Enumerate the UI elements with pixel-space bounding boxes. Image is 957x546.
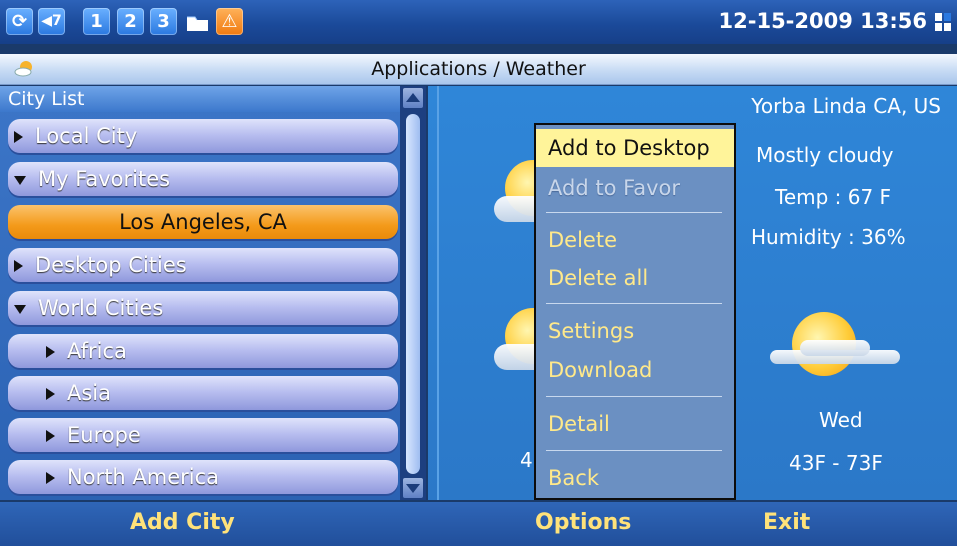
collapse-arrow-icon <box>14 304 26 314</box>
city-item-label: World Cities <box>38 296 164 320</box>
forecast-temperature-range: 43F - 73F <box>789 451 883 475</box>
city-item-my-favorites[interactable]: My Favorites <box>8 162 398 196</box>
weather-location: Yorba Linda CA, US <box>751 94 941 118</box>
expand-arrow-icon <box>14 260 23 272</box>
folder-icon[interactable] <box>184 8 211 35</box>
city-item-label: My Favorites <box>38 167 171 191</box>
scroll-down-arrow-icon[interactable] <box>403 478 423 498</box>
city-list-scrollbar[interactable] <box>400 86 426 500</box>
menu-item-add-to-favor[interactable]: Add to Favor <box>536 169 734 207</box>
collapse-arrow-icon <box>14 175 26 185</box>
softkey-bar: Add City Options Exit <box>0 502 957 546</box>
options-softkey[interactable]: Options <box>535 510 631 535</box>
city-item-label: Los Angeles, CA <box>119 210 287 234</box>
scroll-thumb[interactable] <box>406 114 420 474</box>
network-icon <box>935 13 951 31</box>
menu-item-delete[interactable]: Delete <box>536 221 734 259</box>
menu-separator <box>546 303 722 304</box>
title-bar: Applications / Weather <box>0 54 957 85</box>
warning-icon[interactable]: ⚠ <box>216 8 243 35</box>
scroll-up-arrow-icon[interactable] <box>403 88 423 108</box>
menu-item-back[interactable]: Back <box>536 459 734 497</box>
volume-icon[interactable]: ◀7 <box>38 8 65 35</box>
page-title: Applications / Weather <box>371 58 586 80</box>
weather-humidity: Humidity : 36% <box>751 225 906 249</box>
city-item-label: Europe <box>67 423 141 447</box>
line3-icon[interactable]: 3 <box>150 8 177 35</box>
expand-arrow-icon <box>46 346 55 358</box>
expand-arrow-icon <box>46 388 55 400</box>
sync-icon[interactable]: ⟳ <box>6 8 33 35</box>
city-item-label: Asia <box>67 381 112 405</box>
menu-item-delete-all[interactable]: Delete all <box>536 259 734 297</box>
city-list: City List Local City My Favorites Los An… <box>0 86 400 500</box>
weather-condition: Mostly cloudy <box>756 143 894 167</box>
menu-item-detail[interactable]: Detail <box>536 405 734 443</box>
menu-item-download[interactable]: Download <box>536 351 734 389</box>
status-bar: ⟳ ◀7 1 2 3 ⚠ 12-15-2009 13:56 <box>0 0 957 44</box>
expand-arrow-icon <box>46 472 55 484</box>
city-item-world-cities[interactable]: World Cities <box>8 291 398 325</box>
add-city-softkey[interactable]: Add City <box>130 510 235 535</box>
forecast-day: Wed <box>819 408 863 432</box>
weather-temperature: Temp : 67 F <box>775 185 892 209</box>
city-item-label: Local City <box>35 124 138 148</box>
city-list-header: City List <box>0 86 400 112</box>
city-item-africa[interactable]: Africa <box>8 334 398 368</box>
menu-item-add-to-desktop[interactable]: Add to Desktop <box>536 129 734 167</box>
city-item-local-city[interactable]: Local City <box>8 119 398 153</box>
menu-item-settings[interactable]: Settings <box>536 312 734 350</box>
city-item-label: Africa <box>67 339 127 363</box>
line2-icon[interactable]: 2 <box>117 8 144 35</box>
expand-arrow-icon <box>46 430 55 442</box>
options-menu: Add to Desktop Add to Favor Delete Delet… <box>534 123 736 500</box>
expand-arrow-icon <box>14 131 23 143</box>
city-item-north-america[interactable]: North America <box>8 460 398 494</box>
menu-separator <box>546 212 722 213</box>
menu-separator <box>546 396 722 397</box>
city-item-label: Desktop Cities <box>35 253 187 277</box>
panel-divider <box>437 86 439 500</box>
menu-separator <box>546 450 722 451</box>
city-item-desktop-cities[interactable]: Desktop Cities <box>8 248 398 282</box>
forecast-partial-text: 4 <box>520 448 533 472</box>
city-item-los-angeles[interactable]: Los Angeles, CA <box>8 205 398 239</box>
exit-softkey[interactable]: Exit <box>763 510 810 535</box>
datetime: 12-15-2009 13:56 <box>718 9 927 33</box>
city-item-asia[interactable]: Asia <box>8 376 398 410</box>
line1-icon[interactable]: 1 <box>83 8 110 35</box>
city-item-europe[interactable]: Europe <box>8 418 398 452</box>
city-item-label: North America <box>67 465 220 489</box>
